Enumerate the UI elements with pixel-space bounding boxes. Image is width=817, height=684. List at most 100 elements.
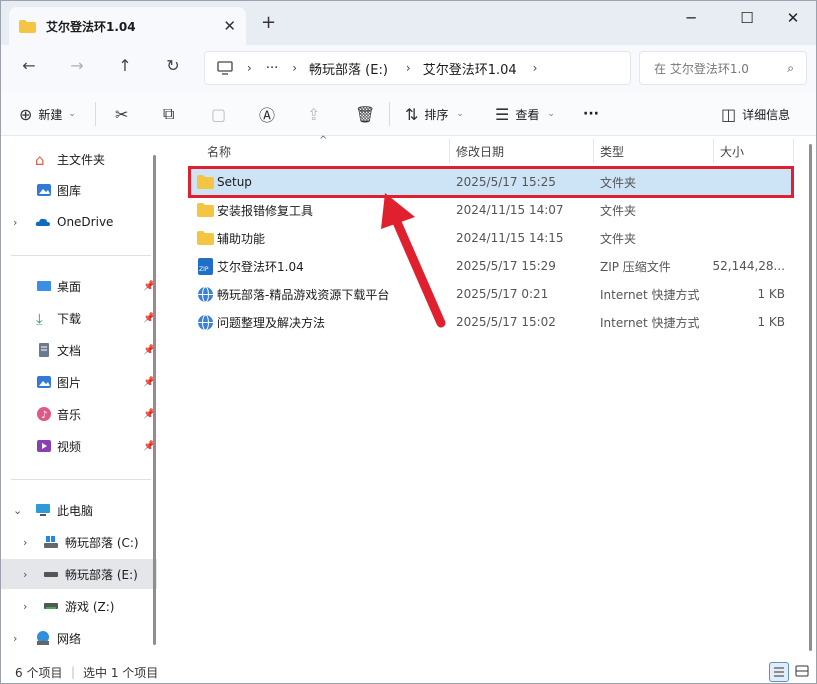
delete-button[interactable]: 🗑 (355, 103, 381, 125)
sidebar-item-this-pc[interactable]: ⌄ 此电脑 (1, 495, 157, 525)
sidebar-item-label: 图库 (57, 183, 82, 198)
new-tab-button[interactable]: + (261, 12, 276, 33)
more-options-button[interactable]: ··· (583, 103, 599, 125)
chevron-right-icon[interactable]: › (533, 61, 538, 75)
breadcrumb-folder[interactable]: 艾尔登法环1.04 (423, 59, 517, 78)
refresh-icon[interactable]: ↻ (161, 56, 185, 80)
details-pane-button[interactable]: ◫ 详细信息 (721, 103, 790, 125)
file-row[interactable]: 畅玩部落-精品游戏资源下载平台 2025/5/17 0:21 Internet … (191, 281, 791, 307)
file-row[interactable]: Setup 2025/5/17 15:25 文件夹 (188, 166, 794, 198)
column-divider[interactable] (449, 139, 450, 163)
forward-arrow-icon[interactable]: → (65, 56, 89, 80)
breadcrumb-ellipsis[interactable]: ··· (266, 61, 278, 76)
file-name: 辅助功能 (217, 231, 266, 246)
chevron-right-icon: › (292, 61, 298, 75)
copy-button[interactable]: ⧉ (163, 103, 180, 125)
paste-button[interactable]: ▢ (211, 103, 232, 125)
sort-button[interactable]: ⇅ 排序 ⌄ (405, 103, 464, 125)
column-header-name[interactable]: 名称 (207, 137, 231, 165)
status-bar: 6 个项目 | 选中 1 个项目 (1, 659, 816, 683)
sidebar-item-network[interactable]: › 网络 (1, 623, 157, 653)
back-arrow-icon[interactable]: ← (17, 56, 41, 80)
file-date: 2025/5/17 0:21 (456, 287, 549, 301)
address-bar[interactable]: › ··· › 畅玩部落 (E:) › 艾尔登法环1.04 › (204, 51, 631, 85)
sidebar-item-label: 主文件夹 (57, 152, 106, 167)
chevron-right-icon[interactable]: › (13, 632, 17, 645)
new-button[interactable]: ⊕ 新建 ⌄ (19, 103, 76, 125)
minimize-button[interactable]: ─ (676, 9, 706, 31)
sidebar-item-documents[interactable]: 文档 📌 (1, 335, 157, 365)
column-divider[interactable] (713, 139, 714, 163)
file-date: 2025/5/17 15:02 (456, 315, 556, 329)
column-header-date[interactable]: 修改日期 (456, 137, 504, 165)
sidebar-item-label: 桌面 (57, 279, 82, 294)
sidebar-item-label: 下载 (57, 311, 82, 326)
file-type: Internet 快捷方式 (600, 287, 700, 302)
download-icon: ⤓ (36, 310, 43, 328)
file-date: 2025/5/17 15:29 (456, 259, 556, 273)
chevron-right-icon: › (405, 61, 411, 75)
share-button[interactable]: ⇪ (307, 103, 326, 125)
file-date: 2024/11/15 14:07 (456, 203, 564, 217)
file-row[interactable]: 安装报错修复工具 2024/11/15 14:07 文件夹 (191, 197, 791, 223)
file-list-scrollbar[interactable] (809, 144, 812, 651)
chevron-right-icon[interactable]: › (23, 536, 27, 549)
column-header-type[interactable]: 类型 (600, 137, 624, 165)
search-input[interactable]: 在 艾尔登法环1.0 ⌕ (639, 51, 807, 85)
divider (11, 479, 151, 480)
chevron-right-icon[interactable]: › (23, 600, 27, 613)
file-row[interactable]: 问题整理及解决方法 2025/5/17 15:02 Internet 快捷方式 … (191, 309, 791, 335)
gallery-icon (37, 184, 51, 196)
column-header-size[interactable]: 大小 (720, 137, 744, 165)
tab-current-folder[interactable]: 艾尔登法环1.04 ✕ (9, 7, 246, 45)
chevron-right-icon[interactable]: › (23, 568, 27, 581)
share-icon: ⇪ (307, 104, 321, 124)
sidebar-item-home[interactable]: ⌂ 主文件夹 (1, 144, 157, 174)
file-type: ZIP 压缩文件 (600, 259, 671, 274)
file-name: Setup (217, 175, 252, 189)
document-icon (39, 343, 49, 357)
breadcrumb-drive[interactable]: 畅玩部落 (E:) (309, 59, 388, 78)
file-row[interactable]: ZIP 艾尔登法环1.04 2025/5/17 15:29 ZIP 压缩文件 5… (191, 253, 791, 279)
sidebar-item-downloads[interactable]: ⤓ 下载 📌 (1, 303, 157, 333)
sidebar-item-gallery[interactable]: 图库 (1, 175, 157, 205)
details-view-button[interactable] (769, 662, 789, 682)
close-tab-icon[interactable]: ✕ (223, 17, 236, 35)
chevron-down-icon[interactable]: ⌄ (13, 504, 22, 517)
sidebar-item-pictures[interactable]: 图片 📌 (1, 367, 157, 397)
view-lines-icon: ☰ (495, 104, 510, 124)
zip-file-icon: ZIP (198, 257, 213, 275)
sidebar-item-drive-z[interactable]: › 游戏 (Z:) (1, 591, 157, 621)
sidebar-item-videos[interactable]: 视频 📌 (1, 431, 157, 461)
sidebar-item-desktop[interactable]: 桌面 📌 (1, 271, 157, 301)
sidebar-item-onedrive[interactable]: › OneDrive (1, 207, 157, 237)
close-window-button[interactable]: ✕ (778, 9, 808, 31)
sidebar-item-music[interactable]: ♪ 音乐 📌 (1, 399, 157, 429)
sidebar-item-drive-c[interactable]: › 畅玩部落 (C:) (1, 527, 157, 557)
file-size: 52,144,28... (712, 259, 785, 273)
up-arrow-icon[interactable]: ↑ (113, 56, 137, 80)
file-date: 2024/11/15 14:15 (456, 231, 564, 245)
file-date: 2025/5/17 15:25 (456, 175, 556, 189)
file-name: 畅玩部落-精品游戏资源下载平台 (217, 287, 390, 302)
divider (389, 102, 390, 126)
maximize-button[interactable]: ☐ (732, 9, 762, 31)
file-name: 问题整理及解决方法 (217, 315, 326, 330)
sidebar-item-drive-e[interactable]: › 畅玩部落 (E:) (1, 559, 157, 589)
chevron-right-icon[interactable]: › (13, 216, 17, 229)
column-divider[interactable] (593, 139, 594, 163)
file-row[interactable]: 辅助功能 2024/11/15 14:15 文件夹 (191, 225, 791, 251)
sidebar-scrollbar[interactable] (153, 155, 156, 645)
rename-button[interactable]: Ⓐ (259, 103, 281, 125)
column-divider[interactable] (793, 139, 794, 163)
divider (11, 255, 151, 256)
file-explorer-window: 艾尔登法环1.04 ✕ + ─ ☐ ✕ ← → ↑ ↻ › ··· › 畅玩部落… (0, 0, 817, 684)
pictures-icon (37, 376, 51, 388)
internet-shortcut-icon (198, 286, 213, 302)
internet-shortcut-icon (198, 314, 213, 330)
view-button[interactable]: ☰ 查看 ⌄ (495, 103, 555, 125)
file-type: 文件夹 (600, 203, 637, 218)
tiles-view-button[interactable] (793, 662, 813, 682)
cut-button[interactable]: ✂ (115, 103, 134, 125)
file-name: 安装报错修复工具 (217, 203, 314, 218)
